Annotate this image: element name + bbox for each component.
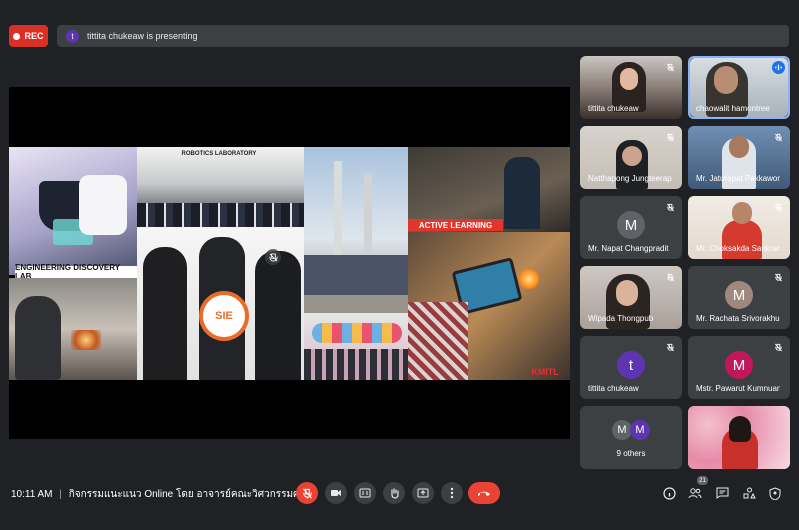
others-avatar: M — [612, 420, 632, 440]
participant-avatar: t — [617, 351, 645, 379]
captions-icon — [359, 488, 371, 498]
more-icon — [450, 487, 454, 499]
participant-tile[interactable]: tittita chukeaw — [580, 56, 682, 119]
plant-photo — [304, 147, 408, 313]
participant-name: Mr. Napat Changpradit — [588, 244, 669, 253]
host-controls-icon — [769, 486, 781, 500]
tablet-photo — [408, 232, 570, 380]
camera-toggle-button[interactable] — [325, 482, 347, 504]
mic-toggle-button[interactable] — [296, 482, 318, 504]
active-learning-caption: ACTIVE LEARNING — [408, 219, 503, 231]
presenting-banner: t tittita chukeaw is presenting — [57, 25, 789, 47]
mic-off-icon — [772, 271, 785, 284]
activities-icon — [743, 487, 756, 499]
mic-off-icon — [664, 201, 677, 214]
participant-tile[interactable]: Natthapong Jungteerapanich — [580, 126, 682, 189]
info-icon — [662, 486, 676, 500]
mic-off-icon — [664, 341, 677, 354]
chat-icon — [716, 487, 728, 499]
participant-name: Mr. Rachata Srivorakhun — [696, 314, 780, 323]
present-button[interactable] — [412, 482, 434, 504]
mic-off-icon — [772, 201, 785, 214]
meeting-title[interactable]: กิจกรรมแนะแนว Online โดย อาจารย์คณะวิศวก… — [69, 489, 308, 500]
presenting-text: tittita chukeaw is presenting — [87, 31, 198, 41]
meeting-info-button[interactable] — [660, 484, 678, 502]
bottom-bar: 10:11 AM | กิจกรรมแนะแนว Online โดย อาจา… — [0, 476, 799, 510]
robotics-lab-photo — [137, 147, 304, 227]
people-button[interactable] — [686, 484, 704, 502]
mic-off-icon — [772, 131, 785, 144]
clock-time: 10:11 AM — [11, 489, 53, 500]
others-tile[interactable]: M M 9 others — [580, 406, 682, 469]
participant-tile[interactable]: Mr. Jaturapat Pakkawong — [688, 126, 790, 189]
captions-button[interactable] — [354, 482, 376, 504]
others-avatar: M — [630, 420, 650, 440]
speaking-indicator-icon — [772, 61, 785, 74]
participant-tile[interactable]: M Mr. Napat Changpradit — [580, 196, 682, 259]
present-icon — [417, 488, 429, 498]
lab-photo — [9, 147, 137, 275]
participant-tile[interactable]: Mr. Choksakda Sankram — [688, 196, 790, 259]
robotics-caption: ROBOTICS LABORATORY — [181, 150, 257, 157]
presentation-stage[interactable]: ENGINEERING DISCOVERY LAB ROBOTICS LABOR… — [9, 87, 570, 439]
mic-off-icon — [772, 341, 785, 354]
participant-avatar: M — [725, 281, 753, 309]
engineering-caption: ENGINEERING DISCOVERY LAB — [15, 263, 137, 281]
presenter-avatar: t — [66, 29, 79, 43]
others-count: 9 others — [616, 449, 646, 458]
participant-avatar: M — [725, 351, 753, 379]
participant-name: tittita chukeaw — [588, 384, 639, 393]
participant-name: chaowalit hamontree — [696, 104, 770, 113]
participant-tile[interactable]: Wipada Thongpub — [580, 266, 682, 329]
raise-hand-button[interactable] — [383, 482, 405, 504]
record-dot-icon — [13, 32, 21, 40]
participant-tile[interactable]: chaowalit hamontree — [688, 56, 790, 119]
participant-name: Mstr. Pawarut Kumnuanrat — [696, 384, 780, 393]
group-photo — [304, 313, 408, 380]
participant-tile[interactable]: M Mstr. Pawarut Kumnuanrat — [688, 336, 790, 399]
team-photo: SIE — [137, 227, 304, 380]
people-icon — [688, 488, 702, 499]
end-call-icon — [478, 491, 490, 496]
mic-off-icon — [664, 131, 677, 144]
chat-button[interactable] — [713, 484, 731, 502]
meeting-details: 10:11 AM | กิจกรรมแนะแนว Online โดย อาจา… — [11, 489, 308, 500]
participant-name: Natthapong Jungteerapanich — [588, 174, 672, 183]
participant-tile[interactable]: M Mr. Rachata Srivorakhun — [688, 266, 790, 329]
camera-icon — [331, 490, 341, 496]
raise-hand-icon — [390, 488, 399, 499]
participant-name: Mr. Choksakda Sankram — [696, 244, 780, 253]
sie-logo-text: SIE — [215, 310, 233, 322]
presented-slide: ENGINEERING DISCOVERY LAB ROBOTICS LABOR… — [9, 147, 570, 380]
self-view-tile[interactable] — [688, 406, 790, 469]
end-call-button[interactable] — [468, 482, 500, 504]
participant-avatar: M — [617, 211, 645, 239]
participant-name: tittita chukeaw — [588, 104, 639, 113]
more-options-button[interactable] — [441, 482, 463, 504]
recording-label: REC — [24, 31, 44, 41]
mic-off-icon — [664, 61, 677, 74]
host-controls-button[interactable] — [766, 484, 784, 502]
participant-tile[interactable]: t tittita chukeaw — [580, 336, 682, 399]
participant-name: Mr. Jaturapat Pakkawong — [696, 174, 780, 183]
activities-button[interactable] — [740, 484, 758, 502]
workshop-photo — [9, 278, 137, 380]
kmitl-caption: KMITL — [531, 367, 559, 377]
mic-off-icon — [664, 271, 677, 284]
mic-off-icon — [302, 488, 312, 499]
recording-indicator: REC — [9, 25, 48, 47]
participant-name: Wipada Thongpub — [588, 314, 654, 323]
